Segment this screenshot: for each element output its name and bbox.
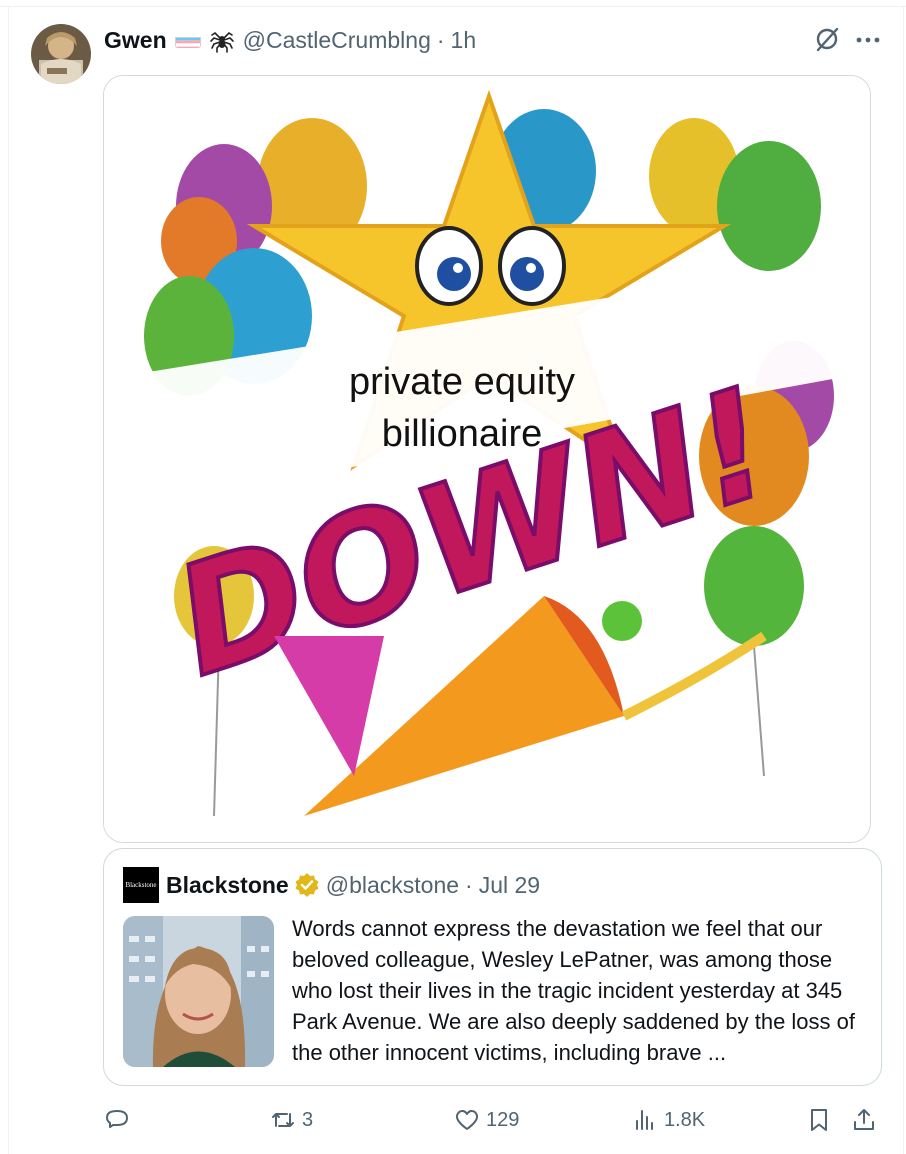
- share-icon: [854, 1109, 874, 1130]
- post-header: Gwen @CastleCrumblng · 1h: [104, 24, 476, 56]
- avatar[interactable]: [31, 24, 91, 84]
- reply-button[interactable]: [104, 1100, 136, 1140]
- heart-icon: [455, 1109, 479, 1130]
- spider-icon: [209, 27, 235, 53]
- views-count: 1.8K: [664, 1108, 706, 1131]
- share-button[interactable]: [851, 1100, 877, 1140]
- caption-line2: billionaire: [382, 413, 543, 455]
- timestamp[interactable]: 1h: [451, 27, 477, 54]
- reply-icon: [106, 1110, 128, 1128]
- action-bar: 3 129 1.8K: [0, 1100, 906, 1140]
- frame-divider: [0, 6, 906, 7]
- grok-icon[interactable]: [812, 24, 842, 54]
- quoted-tweet[interactable]: Blackstone Blackstone @blackstone · Jul …: [103, 848, 882, 1086]
- bookmark-button[interactable]: [806, 1100, 832, 1140]
- repost-button[interactable]: 3: [270, 1100, 313, 1140]
- quote-header: Blackstone @blackstone · Jul 29: [166, 869, 540, 901]
- trans-flag-icon: [174, 32, 201, 48]
- bookmark-icon: [811, 1109, 827, 1131]
- views-icon: [636, 1110, 653, 1130]
- tweet[interactable]: Gwen @CastleCrumblng · 1h DOWN! private …: [0, 0, 906, 1154]
- quote-text: Words cannot express the devastation we …: [292, 916, 855, 1065]
- post-image[interactable]: DOWN! private equity billionaire: [103, 75, 871, 843]
- separator: ·: [436, 26, 445, 53]
- author-name[interactable]: Gwen: [104, 27, 167, 54]
- like-button[interactable]: 129: [454, 1100, 519, 1140]
- caption-line1: private equity: [349, 361, 575, 403]
- separator: ·: [465, 871, 473, 898]
- like-count: 129: [486, 1108, 520, 1131]
- repost-icon: [272, 1113, 294, 1127]
- frame-divider: [8, 6, 9, 1154]
- quote-date[interactable]: Jul 29: [479, 872, 540, 899]
- more-icon[interactable]: [852, 26, 884, 54]
- frame-divider: [903, 6, 904, 1154]
- quote-author-name[interactable]: Blackstone: [166, 872, 289, 899]
- quote-photo[interactable]: [123, 916, 274, 1067]
- quote-author-handle[interactable]: @blackstone: [326, 872, 459, 899]
- views-button[interactable]: 1.8K: [632, 1100, 705, 1140]
- blackstone-logo[interactable]: Blackstone: [123, 867, 159, 903]
- author-handle[interactable]: @CastleCrumblng: [243, 27, 431, 54]
- repost-count: 3: [302, 1108, 314, 1131]
- verified-badge-icon: [294, 872, 320, 898]
